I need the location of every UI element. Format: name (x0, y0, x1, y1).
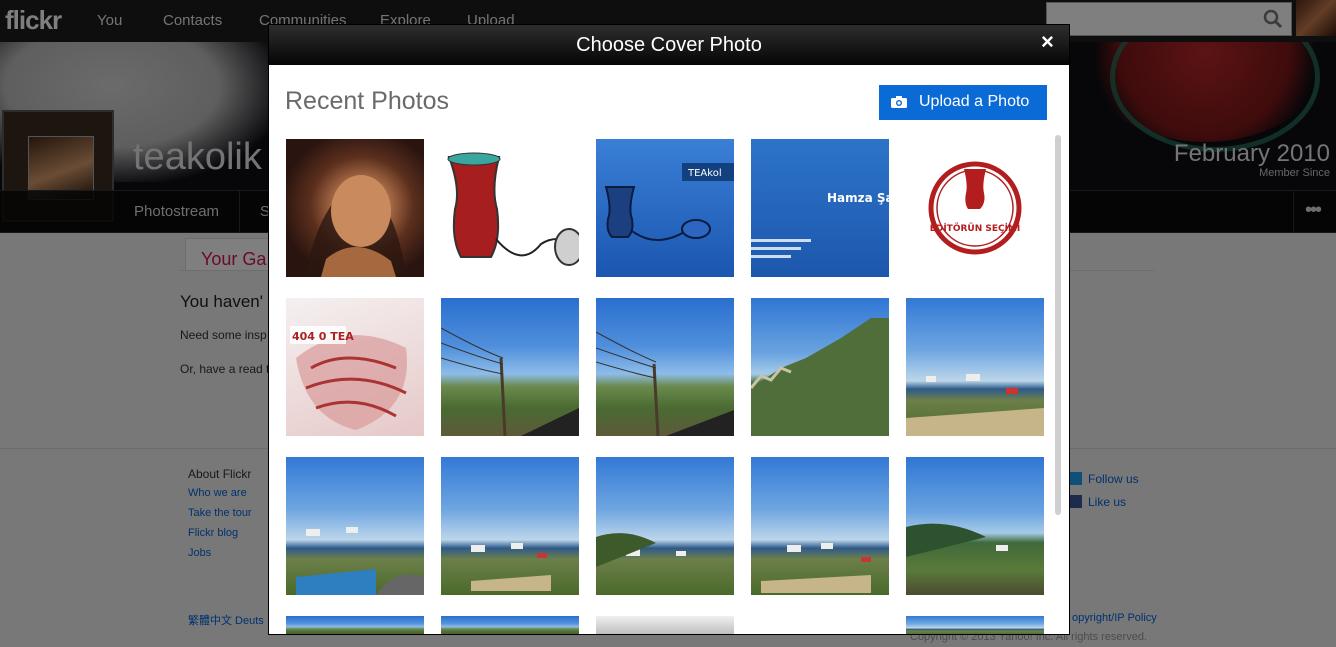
scrollbar[interactable] (1055, 135, 1061, 515)
photo-thumbnail[interactable] (286, 616, 424, 634)
upload-photo-label: Upload a Photo (919, 93, 1030, 110)
photo-thumbnail[interactable] (441, 457, 579, 595)
photo-thumbnail[interactable] (596, 298, 734, 436)
choose-cover-photo-dialog: Choose Cover Photo × Recent Photos Uploa… (268, 24, 1070, 635)
dialog-title: Choose Cover Photo (576, 34, 762, 56)
photo-thumbnail[interactable] (441, 616, 579, 634)
photo-thumbnail[interactable]: EDİTÖRÜN SEÇİMİ (906, 139, 1044, 277)
photo-thumbnail[interactable] (441, 139, 579, 277)
photo-thumbnail[interactable] (596, 457, 734, 595)
photo-thumbnail[interactable] (441, 298, 579, 436)
photo-thumbnail[interactable]: Hamza Şar (751, 139, 889, 277)
photo-thumbnail[interactable] (596, 616, 734, 634)
camera-icon (891, 96, 907, 108)
teakolik-card-text: TEAkol (687, 168, 722, 179)
close-icon[interactable]: × (1041, 29, 1054, 55)
404-tea-text: 404 0 TEA (292, 330, 354, 343)
photo-thumbnail[interactable] (906, 298, 1044, 436)
photo-thumbnail[interactable] (906, 616, 1044, 634)
photo-thumbnail[interactable] (751, 298, 889, 436)
stamp-text: EDİTÖRÜN SEÇİMİ (930, 223, 1021, 234)
dialog-header: Choose Cover Photo × (269, 25, 1069, 65)
photo-thumbnail[interactable] (286, 457, 424, 595)
hamza-card-text: Hamza Şar (827, 191, 889, 205)
photo-thumbnail[interactable]: 404 0 TEA (286, 298, 424, 436)
photo-thumbnail[interactable] (906, 457, 1044, 595)
recent-photos-heading: Recent Photos (285, 87, 449, 115)
photo-thumbnail[interactable] (286, 139, 424, 277)
photo-thumbnail[interactable]: TEAkol (596, 139, 734, 277)
upload-photo-button[interactable]: Upload a Photo (879, 85, 1047, 120)
photo-thumbnail[interactable] (751, 457, 889, 595)
